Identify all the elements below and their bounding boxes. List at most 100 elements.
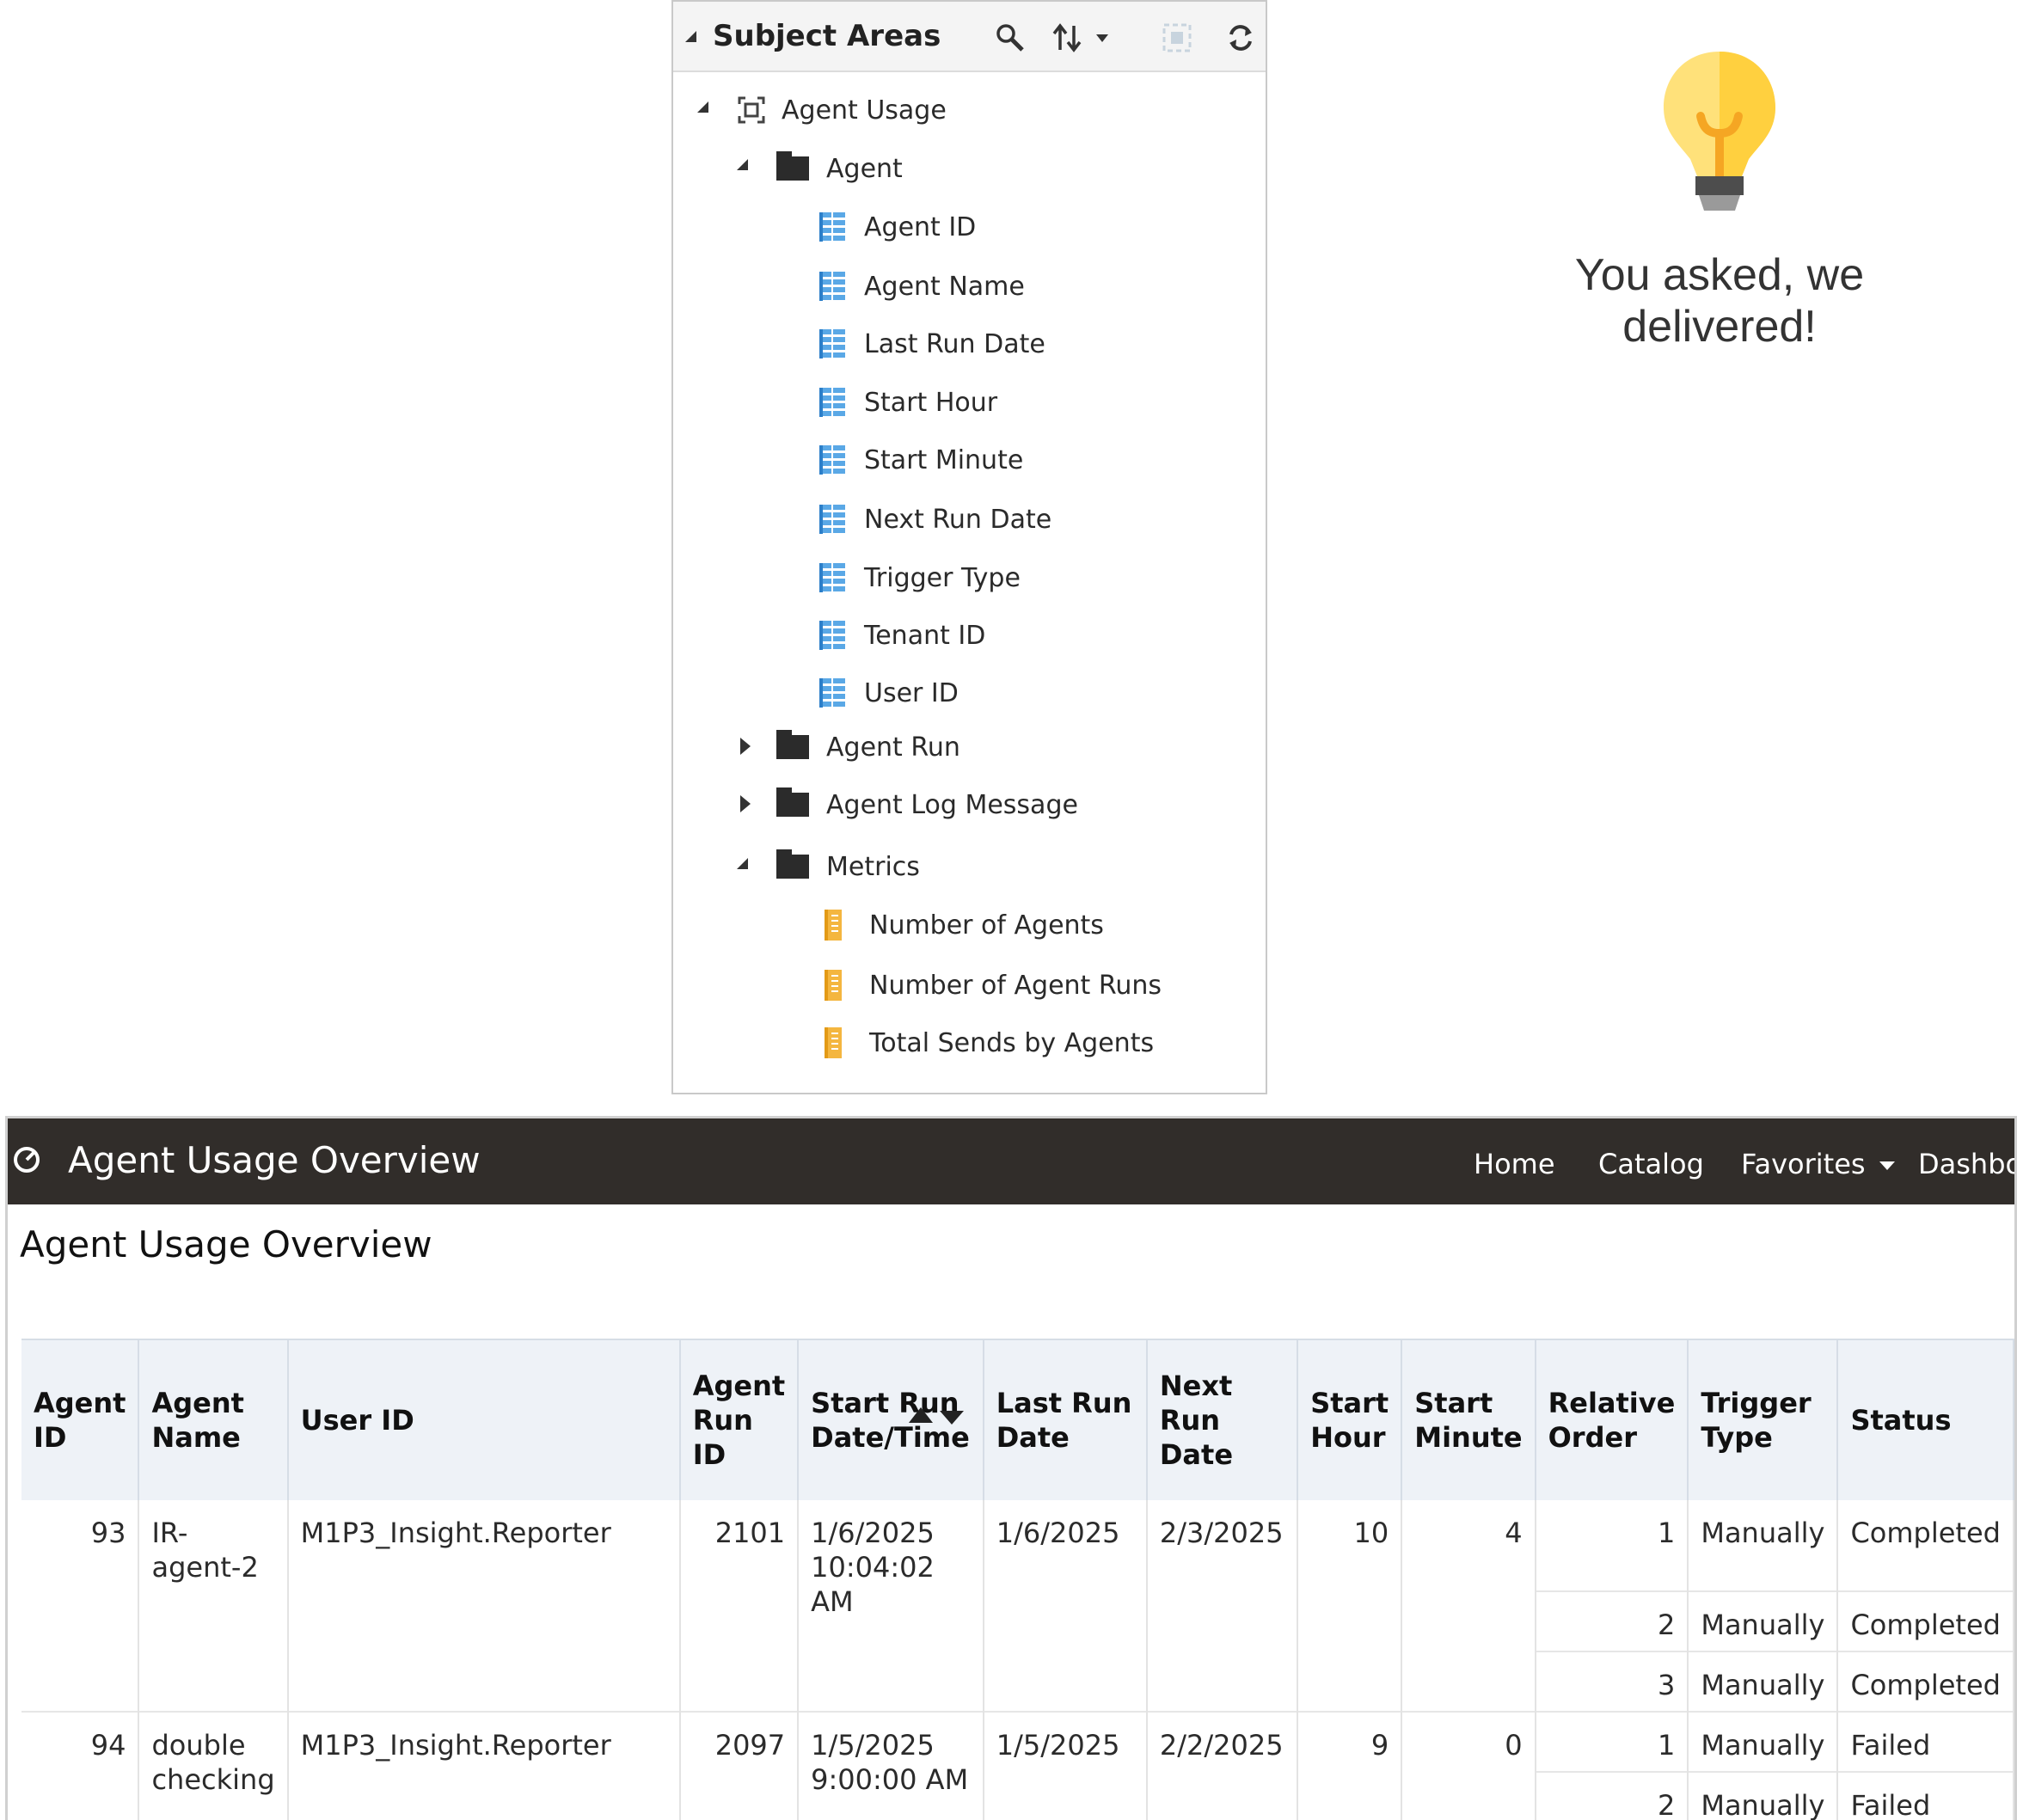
tree-toggle-metrics[interactable] [737,858,748,869]
tree-column-label: Tenant ID [864,620,986,651]
dashboard-title: Agent Usage Overview [68,1139,481,1181]
collapse-panel-icon[interactable] [685,31,696,42]
header-agent-run-id[interactable]: Agent Run ID [679,1339,800,1500]
column-icon [819,678,845,708]
tree-measure-label: Number of Agent Runs [869,970,1162,1001]
column-icon [819,621,845,650]
table-row: 93 IR-agent-2 M1P3_Insight.Reporter 2101… [21,1500,2014,1712]
tree-column-label: Trigger Type [864,562,1021,593]
folder-icon [776,849,809,879]
header-status[interactable]: Status [1837,1339,2014,1500]
tree-column-item[interactable]: Start Hour [819,383,997,421]
tree-column-label: Start Minute [864,444,1024,475]
tree-label-agent-log-message: Agent Log Message [826,789,1078,820]
tree-measure-item[interactable]: Number of Agents [825,906,1104,944]
tree-toggle-agent-usage[interactable] [697,101,708,113]
measure-icon [825,910,842,941]
nav-home[interactable]: Home [1474,1148,1555,1180]
subject-areas-title: Subject Areas [713,19,941,53]
cell-status: Failed [1837,1711,2014,1772]
tree-column-item[interactable]: Tenant ID [819,616,985,654]
tree-column-item[interactable]: Next Run Date [819,500,1051,538]
tree-label-agent-usage: Agent Usage [782,95,947,126]
search-icon[interactable] [993,21,1027,55]
header-relative-order[interactable]: Relative Order [1535,1339,1689,1500]
dashboard-gauge-icon [14,1147,40,1173]
refresh-icon[interactable] [1223,21,1258,55]
cell-relative-order: 1 [1535,1711,1689,1772]
sort-icon[interactable] [1051,21,1120,55]
cell-status: Completed [1837,1500,2014,1591]
cell-next-run: 2/3/2025 [1146,1500,1299,1712]
cell-relative-order: 2 [1535,1771,1689,1820]
nav-catalog[interactable]: Catalog [1598,1148,1704,1180]
header-trigger-type[interactable]: Trigger Type [1688,1339,1839,1500]
tree-column-item[interactable]: Agent ID [819,208,976,246]
tree-label-metrics: Metrics [826,851,920,882]
cell-relative-order: 1 [1535,1500,1689,1591]
tree-column-item[interactable]: Start Minute [819,441,1023,479]
measure-icon [825,970,842,1001]
tree-column-label: Last Run Date [864,328,1045,359]
subject-areas-header: Subject Areas [673,2,1266,72]
agent-usage-table: Agent ID Agent Name User ID Agent Run ID Sta… [21,1339,2014,1820]
header-next-run-date[interactable]: Next Run Date [1146,1339,1299,1500]
cell-agent-name: IR-agent-2 [138,1500,289,1712]
nav-favorites[interactable]: Favorites [1741,1148,1895,1180]
cell-trigger-type: Manually [1688,1590,1839,1651]
header-start-run[interactable]: Start Run Date/Time [798,1339,984,1500]
header-agent-name[interactable]: Agent Name [138,1339,289,1500]
cell-relative-order: 2 [1535,1590,1689,1651]
nav-dashboards[interactable]: Dashbo [1918,1148,2014,1180]
tree-toggle-agent-log-message[interactable] [740,795,751,812]
dashboard-window: Agent Usage Overview Home Catalog Favori… [5,1116,2017,1820]
cell-user-id: M1P3_Insight.Reporter [287,1500,681,1712]
cell-run-id: 2097 [679,1711,800,1820]
subject-area-icon [737,95,766,125]
nav-favorites-label: Favorites [1741,1148,1866,1180]
tree-folder-agent[interactable]: Agent [776,150,903,187]
tree-measure-item[interactable]: Total Sends by Agents [825,1024,1154,1062]
tree-column-item[interactable]: User ID [819,674,959,712]
header-start-minute[interactable]: Start Minute [1401,1339,1536,1500]
dashboard-topbar: Agent Usage Overview Home Catalog Favori… [8,1118,2014,1204]
tree-label-agent-run: Agent Run [826,732,960,763]
folder-icon [776,787,809,817]
cell-start-minute: 0 [1401,1711,1536,1820]
tree-measure-label: Total Sends by Agents [869,1027,1155,1058]
cell-agent-name: double checking [138,1711,289,1820]
column-icon [819,388,845,417]
column-icon [819,445,845,475]
tree-column-label: Agent Name [864,271,1025,302]
cell-relative-order: 3 [1535,1651,1689,1712]
tree-column-label: Agent ID [864,211,977,242]
table-header-row: Agent ID Agent Name User ID Agent Run ID Sta… [21,1339,2014,1500]
page-heading: Agent Usage Overview [20,1223,432,1265]
header-start-hour[interactable]: Start Hour [1297,1339,1403,1500]
cell-start-run: 1/5/2025 9:00:00 AM [798,1711,984,1820]
tree-toggle-agent[interactable] [737,159,748,170]
header-user-id[interactable]: User ID [287,1339,681,1500]
tree-measure-item[interactable]: Number of Agent Runs [825,966,1162,1004]
column-icon [819,329,845,358]
header-last-run-date[interactable]: Last Run Date [983,1339,1148,1500]
tree-item-agent-usage[interactable]: Agent Usage [737,91,947,129]
measure-icon [825,1027,842,1058]
column-icon [819,505,845,534]
cell-trigger-type: Manually [1688,1651,1839,1712]
cell-start-hour: 9 [1297,1711,1403,1820]
column-icon [819,563,845,592]
tree-column-item[interactable]: Agent Name [819,267,1025,305]
tree-folder-metrics[interactable]: Metrics [776,848,920,885]
tree-toggle-agent-run[interactable] [740,738,751,755]
folder-icon [776,151,809,181]
cell-user-id: M1P3_Insight.Reporter [287,1711,681,1820]
tree-column-item[interactable]: Trigger Type [819,559,1021,597]
tree-column-item[interactable]: Last Run Date [819,325,1045,363]
sort-descending-icon[interactable] [940,1411,965,1425]
tree-folder-agent-log-message[interactable]: Agent Log Message [776,786,1078,824]
tree-folder-agent-run[interactable]: Agent Run [776,728,960,766]
sort-ascending-icon[interactable] [909,1407,934,1423]
header-agent-id[interactable]: Agent ID [21,1339,140,1500]
promo-callout: You asked, we delivered! [1530,47,1909,365]
